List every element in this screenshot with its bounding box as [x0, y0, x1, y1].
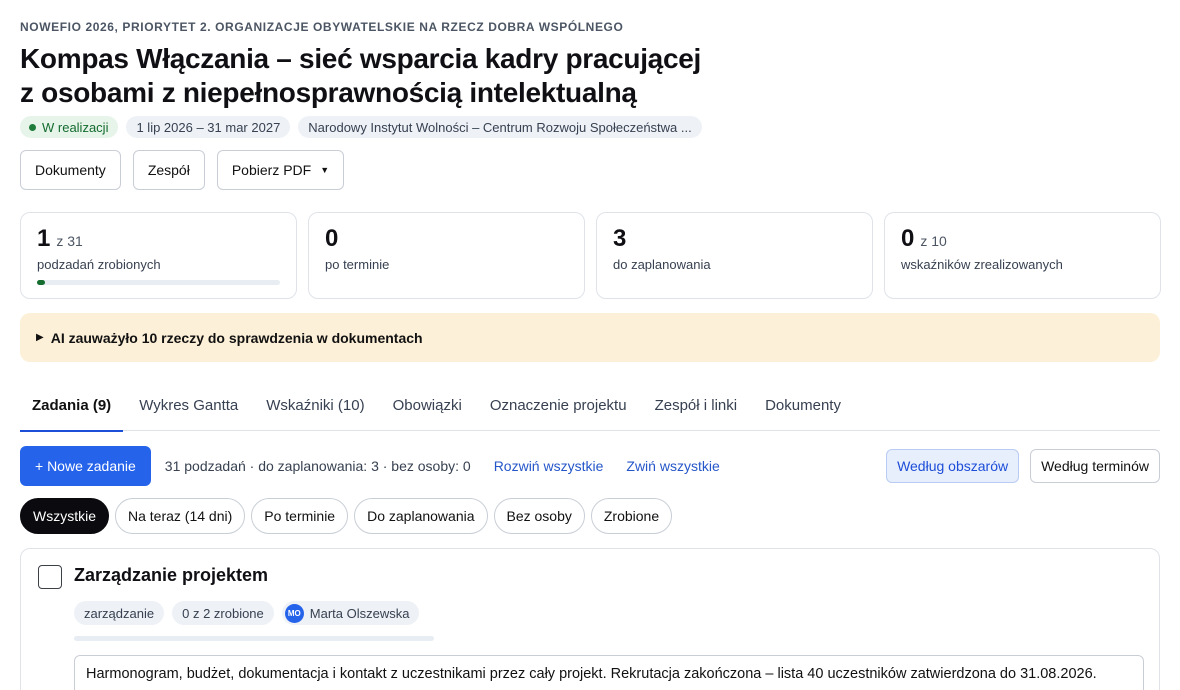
tab-documents[interactable]: Dokumenty [753, 385, 853, 431]
download-pdf-button[interactable]: Pobierz PDF ▼ [216, 150, 345, 190]
collapse-all-link[interactable]: Zwiń wszystkie [626, 458, 719, 474]
ai-notice-text: AI zauważyło 10 rzeczy do sprawdzenia w … [50, 329, 423, 346]
filter-all[interactable]: Wszystkie [20, 498, 109, 534]
title-line-2: z osobami z niepełnosprawnością intelekt… [20, 77, 637, 108]
stat-value: 3 [613, 225, 627, 252]
expand-all-link[interactable]: Rozwiń wszystkie [494, 458, 604, 474]
new-task-button[interactable]: + Nowe zadanie [20, 446, 151, 486]
assignee-name: Marta Olszewska [309, 605, 410, 621]
filter-overdue[interactable]: Po terminie [251, 498, 349, 534]
team-button[interactable]: Zespół [132, 150, 205, 190]
title-line-1: Kompas Włączania – sieć wsparcia kadry p… [20, 43, 701, 74]
stat-to-plan: 3 do zaplanowania [596, 212, 873, 299]
stat-value: 0 [325, 225, 339, 252]
header-actions: Dokumenty Zespół Pobierz PDF ▼ [20, 150, 345, 190]
stat-label: do zaplanowania [613, 257, 711, 272]
stat-subtasks-done: 1 z 31 podzadań zrobionych [20, 212, 297, 299]
task-progress-bar [74, 636, 434, 641]
avatar: MO [284, 603, 304, 623]
triangle-right-icon: ▶ [36, 332, 44, 343]
task-summary: 31 podzadań · do zaplanowania: 3 · bez o… [164, 458, 471, 474]
stat-value: 1 [37, 225, 51, 252]
filter-chips: Wszystkie Na teraz (14 dni) Po terminie … [20, 498, 673, 534]
stat-total: z 10 [920, 233, 947, 249]
tab-project-marking[interactable]: Oznaczenie projektu [478, 385, 639, 431]
program-eyebrow: NOWEFIO 2026, PRIORYTET 2. ORGANIZACJE O… [20, 20, 624, 34]
task-description[interactable]: Harmonogram, budżet, dokumentacja i kont… [74, 655, 1144, 690]
date-range: 1 lip 2026 – 31 mar 2027 [126, 116, 291, 138]
project-meta: W realizacji 1 lip 2026 – 31 mar 2027 Na… [20, 116, 702, 138]
task-checkbox[interactable] [38, 565, 62, 589]
filter-now[interactable]: Na teraz (14 dni) [115, 498, 246, 534]
status-dot-icon [29, 123, 36, 131]
filter-done[interactable]: Zrobione [590, 498, 673, 534]
task-progress-tag: 0 z 2 zrobione [172, 601, 274, 625]
stats-row: 1z 31 podzadań zrobionych 0 po terminie … [20, 212, 1161, 299]
tab-indicators[interactable]: Wskaźniki (10) [254, 385, 376, 431]
filter-unassigned[interactable]: Bez osoby [493, 498, 585, 534]
chevron-down-icon: ▼ [320, 165, 330, 175]
stat-indicators-done: 0 z 10 wskaźników zrealizowanych [884, 212, 1161, 299]
task-area-tag: zarządzanie [74, 601, 165, 625]
page-title: Kompas Włączania – sieć wsparcia kadry p… [20, 42, 780, 110]
ai-notice-toggle[interactable]: ▶ AI zauważyło 10 rzeczy do sprawdzenia … [20, 313, 1160, 362]
tab-team-links[interactable]: Zespół i linki [643, 385, 750, 431]
task-title[interactable]: Zarządzanie projektem [74, 565, 268, 586]
tab-obligations[interactable]: Obowiązki [381, 385, 474, 431]
task-card: Zarządzanie projektem zarządzanie 0 z 2 … [20, 548, 1160, 690]
group-by-area-button[interactable]: Według obszarów [886, 449, 1020, 483]
documents-button[interactable]: Dokumenty [20, 150, 121, 190]
organization-name: Narodowy Instytut Wolności – Centrum Roz… [298, 116, 702, 138]
filter-to-plan[interactable]: Do zaplanowania [354, 498, 488, 534]
subtasks-progress-bar [37, 280, 280, 285]
group-by-deadline-button[interactable]: Według terminów [1030, 449, 1160, 483]
status-badge: W realizacji [20, 116, 119, 138]
stat-label: podzadań zrobionych [37, 257, 161, 272]
tab-gantt[interactable]: Wykres Gantta [127, 385, 250, 431]
task-tags: zarządzanie 0 z 2 zrobione MO Marta Olsz… [74, 601, 420, 625]
download-pdf-label: Pobierz PDF [231, 162, 312, 178]
stat-label: wskaźników zrealizowanych [901, 257, 1063, 272]
stat-total: z 31 [56, 233, 83, 249]
stat-label: po terminie [325, 257, 390, 272]
tab-bar: Zadania (9) Wykres Gantta Wskaźniki (10)… [20, 385, 1160, 432]
tab-tasks[interactable]: Zadania (9) [20, 385, 124, 432]
stat-overdue: 0 po terminie [308, 212, 585, 299]
task-assignee[interactable]: MO Marta Olszewska [281, 601, 420, 625]
stat-value: 0 [901, 225, 915, 252]
status-label: W realizacji [42, 119, 109, 135]
grouping-toggle: Według obszarów Według terminów [886, 449, 1160, 483]
task-toolbar: + Nowe zadanie 31 podzadań · do zaplanow… [20, 446, 1160, 486]
subtasks-progress-fill [37, 280, 45, 285]
